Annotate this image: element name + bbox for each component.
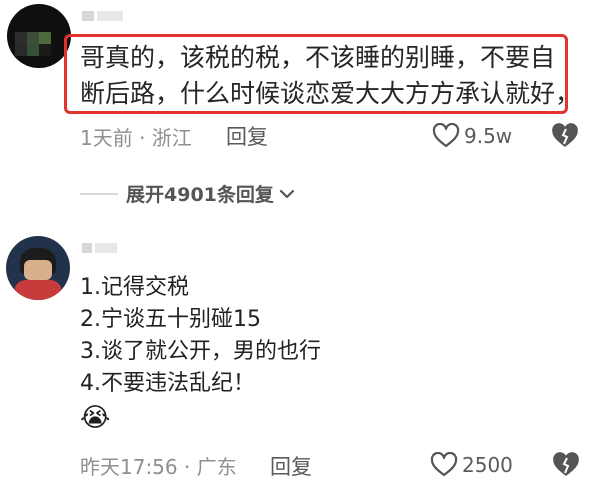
comment-text-line: 2.宁谈五十别碰15: [80, 307, 261, 332]
dislike-button[interactable]: [551, 123, 579, 149]
dislike-button[interactable]: [552, 452, 580, 478]
reply-button[interactable]: 回复: [270, 451, 312, 481]
comment-time-location: 昨天17:56 · 广东: [80, 455, 237, 479]
chevron-down-icon: [279, 189, 294, 198]
expand-replies-button[interactable]: 展开4901条回复: [126, 180, 296, 207]
comment-text-line: 4.不要违法乱纪！: [80, 371, 255, 396]
username-blurred[interactable]: [82, 238, 117, 256]
broken-heart-icon: [553, 452, 579, 476]
heart-icon: [432, 123, 460, 148]
like-button[interactable]: [432, 123, 460, 149]
reply-button[interactable]: 回复: [226, 121, 268, 151]
like-count: 9.5w: [464, 124, 513, 148]
username-blurred[interactable]: [82, 6, 123, 24]
expand-replies-label: 展开4901条回复: [126, 184, 274, 206]
like-count: 2500: [462, 453, 513, 477]
crying-emoji-icon: 😭: [80, 403, 111, 433]
divider-line: [80, 193, 118, 195]
avatar[interactable]: [6, 236, 70, 300]
avatar[interactable]: [7, 4, 71, 68]
comment-text-line: 1.记得交税: [80, 275, 189, 300]
comment-text-line: 断后路，什么时候谈恋爱大大方方承认就好，: [80, 79, 581, 108]
heart-icon: [430, 452, 458, 477]
comment-text: 哥真的，该税的税，不该睡的别睡，不要自 断后路，什么时候谈恋爱大大方方承认就好，: [80, 40, 580, 112]
comment-time-location: 1天前 · 浙江: [80, 126, 192, 150]
comment-text: 1.记得交税 2.宁谈五十别碰15 3.谈了就公开，男的也行 4.不要违法乱纪！: [80, 272, 321, 400]
comment-text-line: 3.谈了就公开，男的也行: [80, 339, 321, 364]
comment-text-line: 哥真的，该税的税，不该睡的别睡，不要自: [80, 43, 556, 72]
broken-heart-icon: [552, 123, 578, 147]
like-button[interactable]: [430, 452, 458, 478]
